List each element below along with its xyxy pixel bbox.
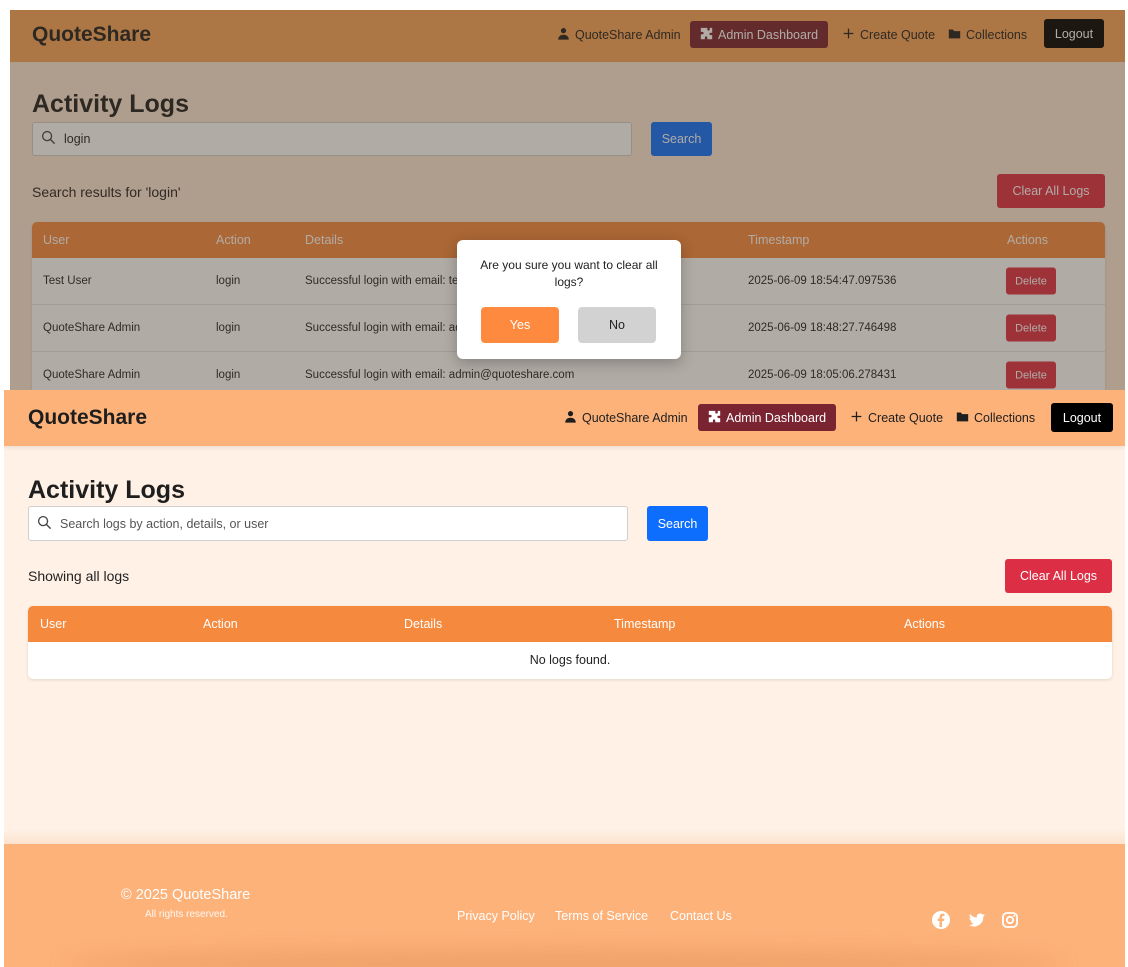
nav-user-profile[interactable]: QuoteShare Admin xyxy=(564,410,688,426)
column-header-action: Action xyxy=(203,617,238,631)
screenshot-stage: QuoteShare QuoteShare Admin Admin Dashbo… xyxy=(0,0,1128,967)
column-header-timestamp: Timestamp xyxy=(614,617,676,631)
facebook-icon[interactable] xyxy=(931,910,951,930)
search-icon xyxy=(37,515,52,533)
top-navbar: QuoteShare QuoteShare Admin Admin Dashbo… xyxy=(4,390,1125,446)
page-title: Activity Logs xyxy=(28,476,185,504)
column-header-user: User xyxy=(40,617,67,631)
footer-shadow xyxy=(64,949,1064,967)
column-header-actions: Actions xyxy=(904,617,945,631)
search-input-placeholder: Search logs by action, details, or user xyxy=(60,516,269,531)
activity-logs-empty-view: QuoteShare QuoteShare Admin Admin Dashbo… xyxy=(4,390,1125,967)
table-header: User Action Details Timestamp Actions xyxy=(28,606,1112,642)
content-bottom-edge xyxy=(4,830,1125,844)
collections-link[interactable]: Collections xyxy=(956,410,1035,426)
nav-user-name: QuoteShare Admin xyxy=(582,411,688,425)
create-quote-link[interactable]: Create Quote xyxy=(850,410,943,426)
footer-copyright: © 2025 QuoteShare xyxy=(121,887,251,903)
confirm-yes-button[interactable]: Yes xyxy=(481,307,559,343)
user-icon xyxy=(564,410,577,426)
instagram-icon[interactable] xyxy=(1000,910,1020,930)
site-footer: © 2025 QuoteShare All rights reserved. P… xyxy=(4,844,1125,967)
brand-logo[interactable]: QuoteShare xyxy=(28,406,147,430)
footer-rights: All rights reserved. xyxy=(145,909,228,920)
confirm-no-button[interactable]: No xyxy=(578,307,656,343)
create-quote-label: Create Quote xyxy=(868,411,944,425)
logs-table: User Action Details Timestamp Actions No… xyxy=(28,606,1112,679)
privacy-policy-link[interactable]: Privacy Policy xyxy=(457,909,535,923)
activity-logs-search-view: QuoteShare QuoteShare Admin Admin Dashbo… xyxy=(10,10,1125,390)
confirm-message: Are you sure you want to clear all logs? xyxy=(480,258,658,289)
results-status: Showing all logs xyxy=(28,568,130,584)
confirm-clear-dialog: Are you sure you want to clear all logs?… xyxy=(457,240,681,359)
terms-of-service-link[interactable]: Terms of Service xyxy=(555,909,648,923)
admin-dashboard-button[interactable]: Admin Dashboard xyxy=(698,404,837,431)
twitter-icon[interactable] xyxy=(967,910,987,930)
folder-icon xyxy=(956,410,969,426)
logout-button[interactable]: Logout xyxy=(1051,403,1113,432)
contact-us-link[interactable]: Contact Us xyxy=(670,909,732,923)
clear-all-logs-button[interactable]: Clear All Logs xyxy=(1005,559,1112,593)
search-button[interactable]: Search xyxy=(647,506,708,541)
search-input[interactable]: Search logs by action, details, or user xyxy=(28,506,628,541)
plus-icon xyxy=(850,410,863,426)
puzzle-icon xyxy=(708,410,721,426)
admin-dashboard-label: Admin Dashboard xyxy=(726,410,827,425)
empty-state-row: No logs found. xyxy=(28,642,1112,678)
collections-label: Collections xyxy=(974,411,1036,425)
column-header-details: Details xyxy=(404,617,443,631)
